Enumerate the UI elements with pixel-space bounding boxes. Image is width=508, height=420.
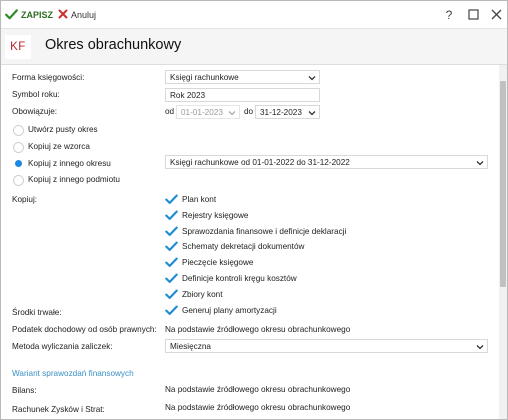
help-button[interactable]: ? xyxy=(440,6,458,24)
kopiuj-item-label[interactable]: Rejestry księgowe xyxy=(182,211,248,220)
radio-ze-wzorca-label[interactable]: Kopiuj ze wzorca xyxy=(28,142,90,151)
radio-z-innego-podmiotu-label[interactable]: Kopiuj z innego podmiotu xyxy=(28,175,120,184)
kopiuj-item-label[interactable]: Definicje kontroli kręgu kosztów xyxy=(182,274,297,283)
app-badge: KF xyxy=(5,35,31,59)
chevron-down-icon xyxy=(308,74,316,81)
radio-ze-wzorca[interactable] xyxy=(13,142,24,153)
maximize-icon xyxy=(467,8,479,22)
toolbar: ZAPISZ Anuluj ? xyxy=(1,1,507,29)
check-icon[interactable] xyxy=(165,273,178,284)
copy-source-value: Księgi rachunkowe od 01-01-2022 do 31-12… xyxy=(170,157,350,167)
check-icon[interactable] xyxy=(165,305,178,316)
cancel-label: Anuluj xyxy=(71,10,97,20)
check-icon[interactable] xyxy=(165,257,178,268)
close-icon xyxy=(491,9,502,22)
header: KF Okres obrachunkowy xyxy=(1,29,507,65)
kopiuj-item-label[interactable]: Zbiory kont xyxy=(182,290,223,299)
from-label: od xyxy=(165,107,175,116)
question-icon: ? xyxy=(445,8,453,22)
forma-select[interactable]: Księgi rachunkowe xyxy=(165,70,320,84)
form-area: Forma księgowości: Księgi rachunkowe Sym… xyxy=(1,65,507,419)
scrollbar[interactable] xyxy=(499,65,507,419)
date-from-field[interactable]: 01-01-2023 xyxy=(176,105,240,119)
srodki-option-label[interactable]: Generuj plany amortyzacji xyxy=(182,306,277,315)
radio-z-innego-okresu[interactable] xyxy=(13,158,24,169)
metoda-label: Metoda wyliczania zaliczek: xyxy=(12,342,113,351)
close-button[interactable] xyxy=(487,6,505,24)
bilans-label: Bilans: xyxy=(12,386,37,395)
metoda-select[interactable]: Miesięczna xyxy=(165,339,488,353)
obowiazuje-label: Obowiązuje: xyxy=(12,107,58,116)
save-button[interactable]: ZAPISZ xyxy=(5,7,53,23)
scrollbar-thumb[interactable] xyxy=(500,81,506,287)
srodki-label: Środki trwałe: xyxy=(12,308,62,317)
kopiuj-item-label[interactable]: Plan kont xyxy=(182,195,216,204)
radio-pusty-okres[interactable] xyxy=(13,125,24,136)
copy-source-select[interactable]: Księgi rachunkowe od 01-01-2022 do 31-12… xyxy=(165,155,488,169)
date-to-field[interactable]: 31-12-2023 xyxy=(255,105,320,119)
page-title: Okres obrachunkowy xyxy=(45,37,182,53)
date-from-value: 01-01-2023 xyxy=(181,107,223,117)
check-icon[interactable] xyxy=(165,210,178,221)
check-icon xyxy=(5,8,18,22)
rzis-value: Na podstawie źródłowego okresu obrachunk… xyxy=(165,403,351,412)
podatek-value: Na podstawie źródłowego okresu obrachunk… xyxy=(165,325,351,334)
metoda-value: Miesięczna xyxy=(170,341,211,351)
cross-icon xyxy=(58,9,68,21)
chevron-down-icon xyxy=(308,109,316,116)
radio-pusty-okres-label[interactable]: Utwórz pusty okres xyxy=(28,125,98,134)
bilans-value: Na podstawie źródłowego okresu obrachunk… xyxy=(165,385,351,394)
symbol-label: Symbol roku: xyxy=(12,90,60,99)
radio-z-innego-podmiotu[interactable] xyxy=(13,175,24,186)
symbol-value: Rok 2023 xyxy=(170,90,206,100)
dialog-window: ZAPISZ Anuluj ? KF Okres obrachunkowy Fo… xyxy=(0,0,508,420)
check-icon[interactable] xyxy=(165,289,178,300)
maximize-button[interactable] xyxy=(464,6,482,24)
check-icon[interactable] xyxy=(165,241,178,252)
chevron-down-icon xyxy=(228,109,236,116)
cancel-button[interactable]: Anuluj xyxy=(58,7,96,23)
forma-value: Księgi rachunkowe xyxy=(170,72,239,82)
wariant-section-title[interactable]: Wariant sprawozdań finansowych xyxy=(12,369,134,378)
podatek-label: Podatek dochodowy od osób prawnych: xyxy=(12,325,157,334)
date-to-value: 31-12-2023 xyxy=(260,107,302,117)
forma-label: Forma księgowości: xyxy=(12,73,85,82)
to-label: do xyxy=(244,107,254,116)
rzis-label: Rachunek Zysków i Strat: xyxy=(12,405,105,414)
radio-z-innego-okresu-label[interactable]: Kopiuj z innego okresu xyxy=(28,159,111,168)
check-icon[interactable] xyxy=(165,194,178,205)
kopiuj-label: Kopiuj: xyxy=(12,195,38,204)
kopiuj-item-label[interactable]: Schematy dekretacji dokumentów xyxy=(182,242,304,251)
check-icon[interactable] xyxy=(165,226,178,237)
symbol-input[interactable]: Rok 2023 xyxy=(165,88,320,102)
chevron-down-icon xyxy=(476,343,484,350)
chevron-down-icon xyxy=(476,159,484,166)
kopiuj-item-label[interactable]: Pieczęcie księgowe xyxy=(182,258,253,267)
save-label: ZAPISZ xyxy=(21,10,54,20)
kopiuj-item-label[interactable]: Sprawozdania finansowe i definicje dekla… xyxy=(182,227,346,236)
